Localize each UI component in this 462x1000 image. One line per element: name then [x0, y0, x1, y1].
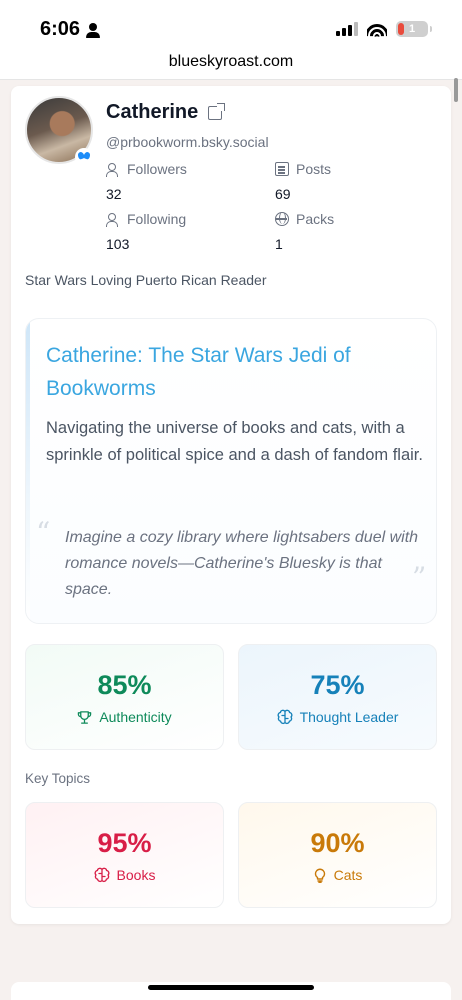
stat-posts: Posts 69	[275, 161, 331, 202]
stat-followers: Followers 32	[106, 161, 187, 202]
profile-name: Catherine	[106, 101, 199, 123]
newspaper-icon	[275, 162, 289, 176]
users-icon	[106, 162, 120, 177]
status-time-group: 6:06	[40, 18, 101, 41]
metric-thought-leader: 75% Thought Leader	[238, 644, 437, 750]
status-time: 6:06	[40, 18, 81, 40]
person-icon	[86, 22, 101, 38]
topic-cats-value: 90%	[310, 828, 365, 858]
stat-packs-value: 1	[275, 236, 283, 252]
wifi-icon	[367, 21, 387, 37]
globe-icon	[275, 212, 289, 226]
stat-posts-label: Posts	[296, 161, 332, 177]
stat-followers-label: Followers	[127, 161, 187, 177]
key-topics-heading: Key Topics	[25, 771, 91, 786]
topic-cats: 90% Cats	[238, 802, 437, 908]
open-quote-icon: “	[36, 516, 51, 549]
profile-name-row: Catherine	[106, 101, 226, 124]
brain-icon	[94, 867, 110, 883]
external-link-icon[interactable]	[208, 102, 226, 120]
address-bar[interactable]: blueskyroast.com	[0, 50, 462, 80]
roast-accent-bar	[26, 319, 30, 623]
metric-thought-leader-label: Thought Leader	[299, 709, 399, 725]
topic-books-value: 95%	[97, 828, 152, 858]
stat-packs: Packs 1	[275, 211, 334, 252]
home-indicator[interactable]	[148, 985, 314, 990]
brain-icon	[277, 709, 293, 725]
topic-cats-label: Cats	[333, 867, 363, 883]
bluesky-badge	[75, 148, 93, 166]
butterfly-icon	[76, 151, 92, 162]
battery-level-text: 1	[408, 23, 416, 35]
metric-authenticity: 85% Authenticity	[25, 644, 224, 750]
battery-icon: 1	[396, 21, 428, 37]
status-bar: 6:06 1	[0, 0, 462, 50]
status-indicators: 1	[336, 21, 432, 37]
scrollbar-thumb[interactable]	[454, 78, 458, 102]
stat-following-label: Following	[127, 211, 187, 227]
cellular-signal-icon	[336, 22, 358, 36]
stat-following-value: 103	[106, 236, 130, 252]
users-icon	[106, 212, 120, 227]
lightbulb-icon	[314, 868, 325, 883]
profile-card: Catherine @prbookworm.bsky.social Follow…	[11, 86, 451, 924]
topic-books-label: Books	[116, 867, 156, 883]
stat-following: Following 103	[106, 211, 186, 252]
metric-authenticity-label: Authenticity	[99, 709, 172, 725]
stat-followers-value: 32	[106, 186, 122, 202]
metric-authenticity-value: 85%	[97, 670, 152, 700]
stat-packs-label: Packs	[296, 211, 335, 227]
roast-title: Catherine: The Star Wars Jedi of Bookwor…	[46, 344, 351, 400]
close-quote-icon: ”	[412, 561, 427, 594]
profile-bio: Star Wars Loving Puerto Rican Reader	[25, 272, 267, 288]
topic-books: 95% Books	[25, 802, 224, 908]
roast-quote: Imagine a cozy library where lightsabers…	[65, 529, 419, 598]
battery-tip	[430, 26, 432, 32]
roast-description: Navigating the universe of books and cat…	[46, 419, 423, 464]
stat-posts-value: 69	[275, 186, 291, 202]
metric-thought-leader-value: 75%	[310, 670, 365, 700]
roast-summary: Catherine: The Star Wars Jedi of Bookwor…	[25, 318, 437, 624]
profile-handle: @prbookworm.bsky.social	[106, 134, 269, 150]
trophy-icon	[78, 710, 92, 724]
